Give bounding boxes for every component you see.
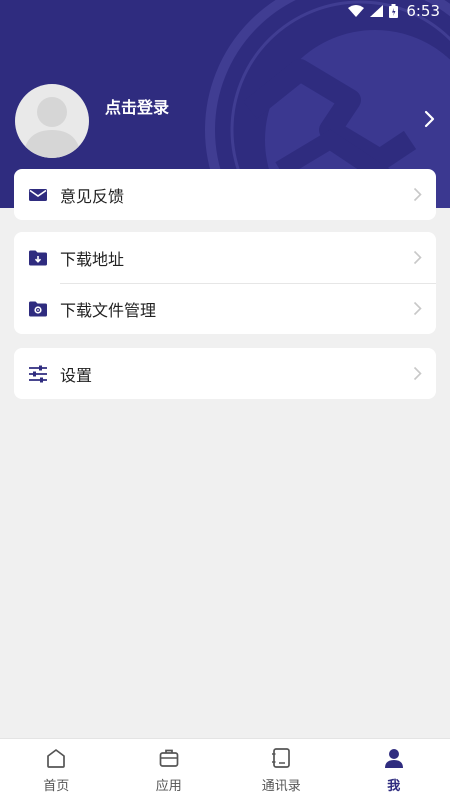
tab-contacts-label: 通讯录 xyxy=(262,775,301,794)
settings-card: 设置 xyxy=(14,348,436,399)
contacts-icon xyxy=(269,747,293,769)
download-card: 下载地址 下载文件管理 xyxy=(14,232,436,334)
chevron-right-icon xyxy=(413,301,422,316)
chevron-right-icon[interactable] xyxy=(424,110,436,128)
chevron-right-icon xyxy=(413,187,422,202)
signal-icon xyxy=(370,5,383,17)
download-files-row[interactable]: 下载文件管理 xyxy=(14,283,436,334)
download-files-label: 下载文件管理 xyxy=(60,297,156,321)
battery-icon xyxy=(389,4,398,18)
feedback-label: 意见反馈 xyxy=(60,183,124,207)
folder-settings-icon xyxy=(28,299,48,319)
status-bar: 6:53 xyxy=(0,0,450,24)
status-time: 6:53 xyxy=(406,2,440,20)
avatar[interactable] xyxy=(15,84,89,158)
chevron-right-icon xyxy=(413,366,422,381)
briefcase-icon xyxy=(157,747,181,769)
sliders-icon xyxy=(28,364,48,384)
bottom-tab-bar: 首页 应用 通讯录 我 xyxy=(0,738,450,801)
feedback-row[interactable]: 意见反馈 xyxy=(14,169,436,220)
chevron-right-icon xyxy=(413,250,422,265)
settings-label: 设置 xyxy=(60,362,92,386)
wifi-icon xyxy=(348,5,364,17)
folder-download-icon xyxy=(28,248,48,268)
tab-home[interactable]: 首页 xyxy=(0,739,113,801)
tab-apps[interactable]: 应用 xyxy=(113,739,226,801)
person-icon xyxy=(382,747,406,769)
tab-apps-label: 应用 xyxy=(156,775,182,794)
tab-me-label: 我 xyxy=(387,775,400,794)
download-address-row[interactable]: 下载地址 xyxy=(14,232,436,283)
tab-contacts[interactable]: 通讯录 xyxy=(225,739,338,801)
tab-me[interactable]: 我 xyxy=(338,739,450,801)
tab-home-label: 首页 xyxy=(43,775,69,794)
login-link[interactable]: 点击登录 xyxy=(105,94,169,118)
mail-icon xyxy=(28,185,48,205)
download-address-label: 下载地址 xyxy=(60,246,124,270)
default-avatar-icon xyxy=(15,84,89,158)
home-icon xyxy=(44,747,68,769)
settings-row[interactable]: 设置 xyxy=(14,348,436,399)
feedback-card: 意见反馈 xyxy=(14,169,436,220)
